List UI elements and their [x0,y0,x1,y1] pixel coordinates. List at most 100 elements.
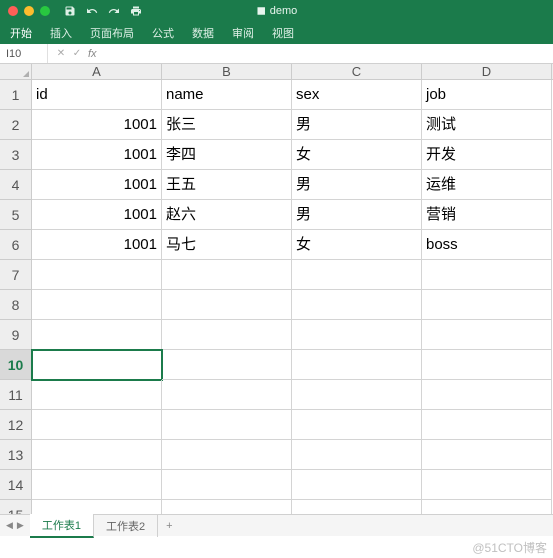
cell[interactable] [422,380,552,410]
maximize-icon[interactable] [40,6,50,16]
cell[interactable] [422,440,552,470]
row-header-7[interactable]: 7 [0,260,31,290]
fx-label[interactable]: fx [88,48,97,60]
cell[interactable] [162,380,292,410]
cell[interactable]: 王五 [162,170,292,200]
cell[interactable] [32,260,162,290]
row-header-12[interactable]: 12 [0,410,31,440]
sheet-tab-2[interactable]: 工作表2 [94,515,158,537]
cell[interactable] [162,440,292,470]
confirm-icon[interactable]: ✓ [72,49,82,59]
cell[interactable] [292,410,422,440]
row-header-1[interactable]: 1 [0,80,31,110]
row-header-9[interactable]: 9 [0,320,31,350]
cell[interactable]: 1001 [32,230,162,260]
table-row [32,440,553,470]
row-header-3[interactable]: 3 [0,140,31,170]
cell[interactable]: 开发 [422,140,552,170]
row-header-4[interactable]: 4 [0,170,31,200]
cell[interactable] [292,380,422,410]
redo-icon[interactable] [108,5,120,17]
tab-formulas[interactable]: 公式 [152,25,174,41]
cells-area[interactable]: idnamesexjob1001张三男测试1001李四女开发1001王五男运维1… [32,80,553,536]
sheet-nav-prev-icon[interactable]: ◀ [6,520,13,531]
cell[interactable] [292,470,422,500]
name-box[interactable]: I10 [0,44,48,63]
cell[interactable]: 马七 [162,230,292,260]
cell[interactable]: job [422,80,552,110]
cell[interactable] [32,470,162,500]
print-icon[interactable] [130,5,142,17]
cancel-icon[interactable]: ✕ [56,49,66,59]
save-icon[interactable] [64,5,76,17]
col-header-b[interactable]: B [162,64,292,79]
cell[interactable] [32,440,162,470]
cell[interactable] [32,350,162,380]
row-header-5[interactable]: 5 [0,200,31,230]
tab-home[interactable]: 开始 [10,25,32,41]
col-header-c[interactable]: C [292,64,422,79]
sheet-nav-next-icon[interactable]: ▶ [17,520,24,531]
minimize-icon[interactable] [24,6,34,16]
cell[interactable] [292,440,422,470]
cell[interactable] [292,350,422,380]
cell[interactable]: boss [422,230,552,260]
cell[interactable]: 1001 [32,140,162,170]
cell[interactable]: 1001 [32,110,162,140]
tab-page-layout[interactable]: 页面布局 [90,25,134,41]
sheet-tab-1[interactable]: 工作表1 [30,514,94,538]
cell[interactable]: 张三 [162,110,292,140]
cell[interactable] [292,320,422,350]
col-header-d[interactable]: D [422,64,552,79]
cell[interactable]: 营销 [422,200,552,230]
cell[interactable]: 赵六 [162,200,292,230]
cell[interactable] [292,290,422,320]
cell[interactable] [422,320,552,350]
row-header-14[interactable]: 14 [0,470,31,500]
tab-insert[interactable]: 插入 [50,25,72,41]
cell[interactable] [32,320,162,350]
col-header-a[interactable]: A [32,64,162,79]
cell[interactable] [162,320,292,350]
row-header-6[interactable]: 6 [0,230,31,260]
cell[interactable]: sex [292,80,422,110]
cell[interactable] [422,350,552,380]
cell[interactable]: 女 [292,230,422,260]
tab-view[interactable]: 视图 [272,25,294,41]
row-header-13[interactable]: 13 [0,440,31,470]
row-header-10[interactable]: 10 [0,350,31,380]
cell[interactable]: 1001 [32,200,162,230]
select-all-button[interactable] [0,64,32,80]
tab-review[interactable]: 审阅 [232,25,254,41]
cell[interactable] [292,260,422,290]
cell[interactable]: 李四 [162,140,292,170]
cell[interactable]: 1001 [32,170,162,200]
cell[interactable]: 运维 [422,170,552,200]
cell[interactable]: id [32,80,162,110]
cell[interactable]: name [162,80,292,110]
cell[interactable] [32,380,162,410]
cell[interactable] [162,260,292,290]
add-sheet-button[interactable]: + [158,520,180,532]
cell[interactable]: 男 [292,110,422,140]
undo-icon[interactable] [86,5,98,17]
cell[interactable]: 女 [292,140,422,170]
row-header-11[interactable]: 11 [0,380,31,410]
close-icon[interactable] [8,6,18,16]
cell[interactable] [422,290,552,320]
cell[interactable] [162,350,292,380]
cell[interactable] [162,470,292,500]
tab-data[interactable]: 数据 [192,25,214,41]
cell[interactable] [422,410,552,440]
cell[interactable]: 测试 [422,110,552,140]
row-header-2[interactable]: 2 [0,110,31,140]
cell[interactable] [422,470,552,500]
cell[interactable] [32,410,162,440]
cell[interactable]: 男 [292,200,422,230]
cell[interactable] [162,290,292,320]
cell[interactable]: 男 [292,170,422,200]
cell[interactable] [422,260,552,290]
cell[interactable] [162,410,292,440]
row-header-8[interactable]: 8 [0,290,31,320]
cell[interactable] [32,290,162,320]
